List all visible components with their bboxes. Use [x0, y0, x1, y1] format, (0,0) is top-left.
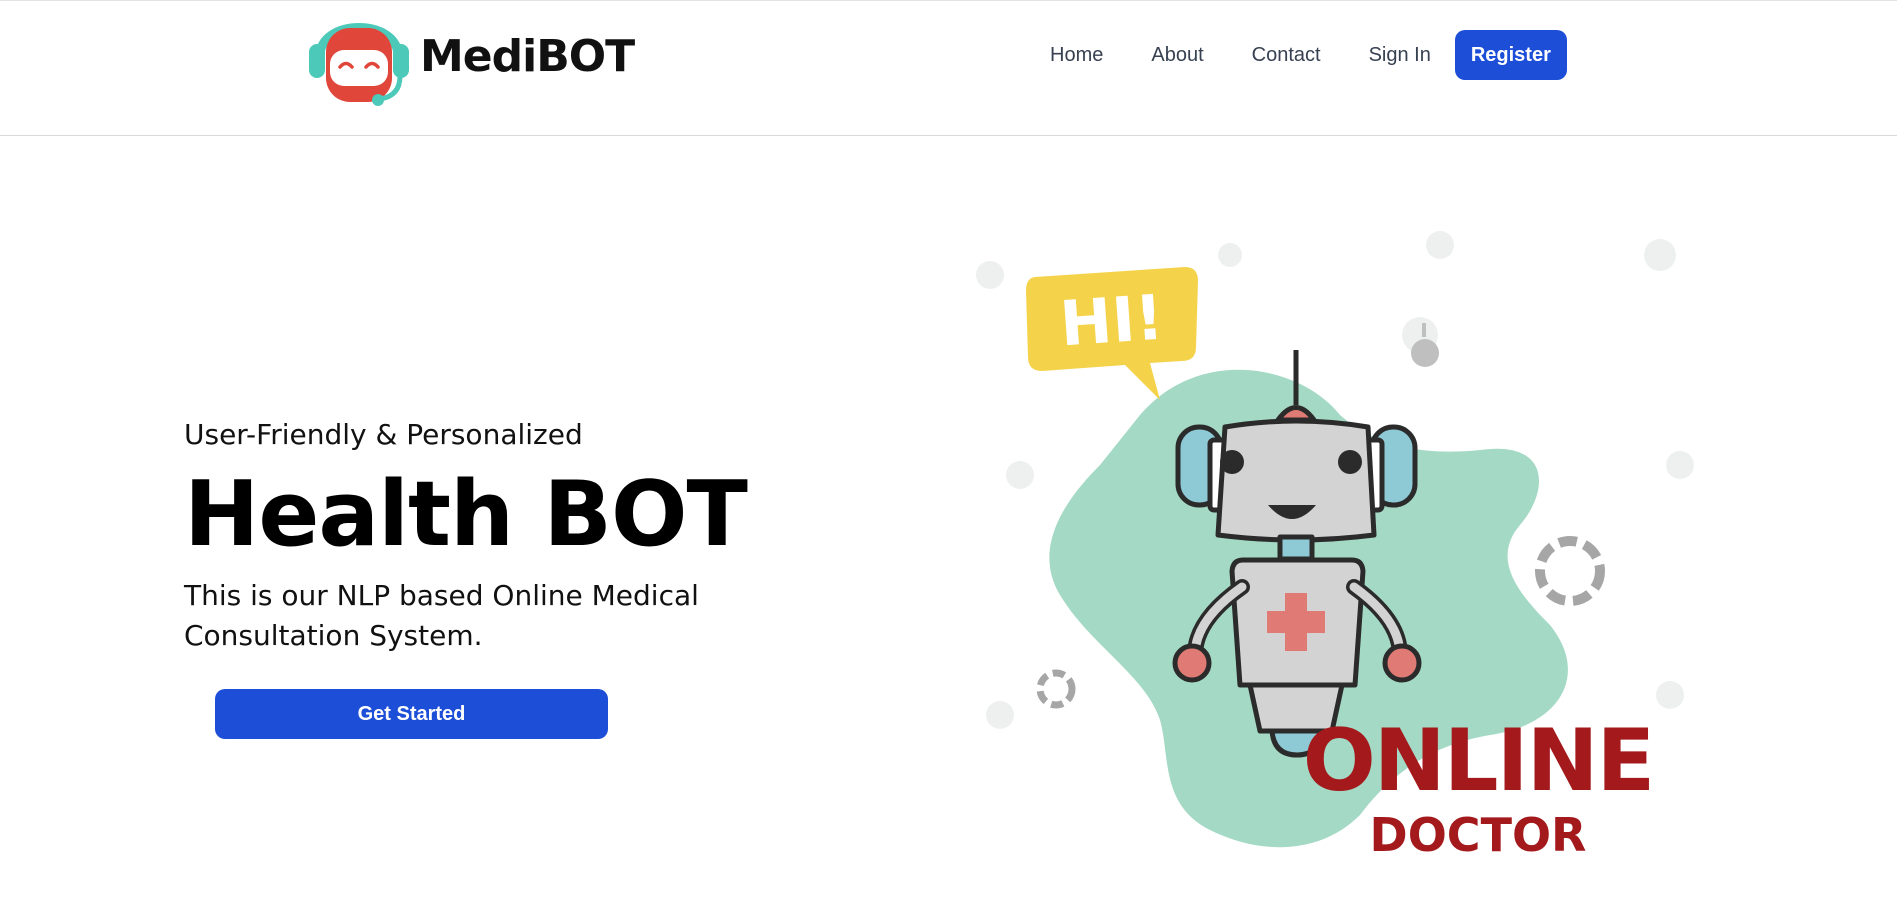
- nav-sign-in-link[interactable]: Sign In: [1369, 44, 1431, 67]
- hero-description: This is our NLP based Online Medical Con…: [184, 579, 699, 652]
- hero-subtitle: User-Friendly & Personalized: [184, 418, 583, 451]
- speech-bubble: HI!: [1026, 267, 1198, 400]
- brand[interactable]: MediBOT: [308, 4, 635, 108]
- nav-contact-link[interactable]: Contact: [1252, 44, 1321, 67]
- robot-headset-logo-icon: [309, 23, 409, 106]
- nav-about-link[interactable]: About: [1151, 44, 1203, 67]
- nav-home-link[interactable]: Home: [1050, 44, 1103, 67]
- speech-text: HI!: [1058, 280, 1166, 360]
- brand-name: MediBOT: [420, 30, 635, 82]
- online-text: ONLINE: [1303, 711, 1654, 811]
- top-navbar: MediBOT Home About Contact Sign In Regis…: [0, 0, 1897, 136]
- hero-title: Health BOT: [184, 462, 748, 567]
- doctor-text: DOCTOR: [1370, 808, 1587, 862]
- register-button[interactable]: Register: [1454, 30, 1567, 80]
- main-nav: Home About Contact Sign In Register: [1050, 29, 1567, 81]
- robot-doctor-illustration: HI! ONLINE DOCTOR: [976, 231, 1694, 862]
- get-started-button[interactable]: Get Started: [215, 689, 608, 739]
